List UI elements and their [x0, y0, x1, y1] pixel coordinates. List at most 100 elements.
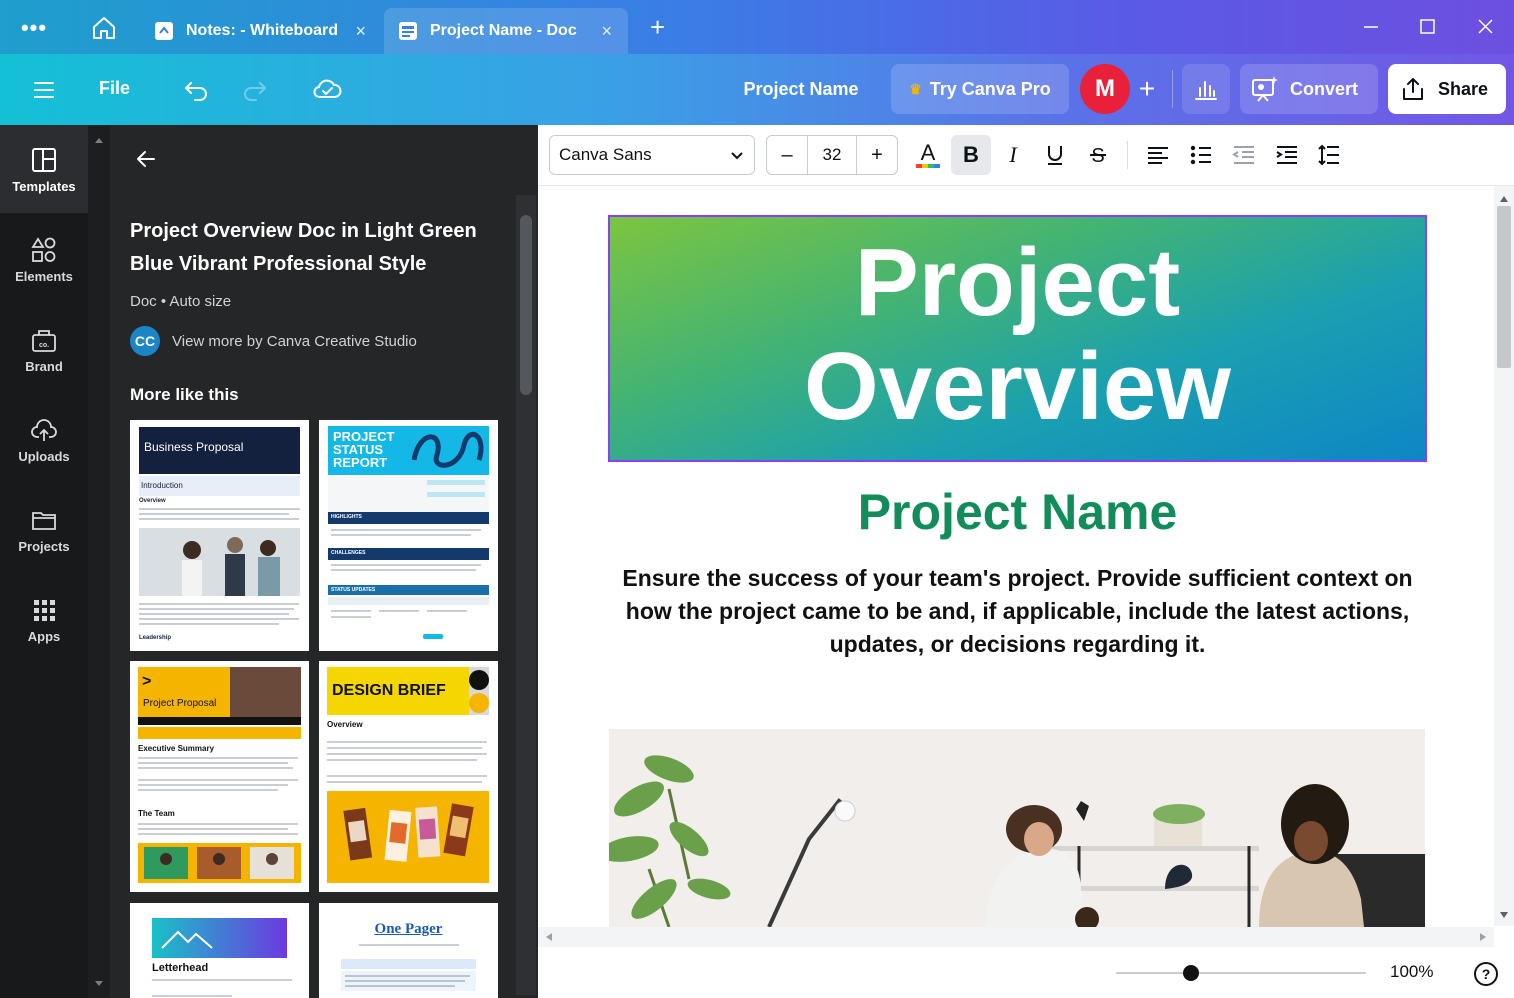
canvas-vertical-scrollbar[interactable] — [1494, 186, 1514, 926]
text-color-button[interactable]: A — [908, 135, 948, 175]
font-size-input[interactable]: 32 — [807, 136, 857, 174]
office-photo[interactable] — [609, 729, 1425, 927]
help-icon[interactable]: ? — [1474, 962, 1498, 986]
convert-label: Convert — [1290, 78, 1359, 99]
more-like-this-heading: More like this — [130, 385, 239, 404]
insights-button[interactable] — [1182, 64, 1230, 114]
new-tab-button[interactable]: + — [650, 14, 665, 40]
increase-font-size-button[interactable]: + — [857, 136, 897, 174]
try-canva-pro-button[interactable]: ♛ Try Canva Pro — [891, 64, 1069, 114]
decrease-indent-button[interactable] — [1224, 135, 1264, 175]
rail-item-apps[interactable]: Apps — [0, 575, 88, 663]
add-collaborator-button[interactable]: + — [1134, 74, 1160, 104]
projects-icon — [32, 512, 56, 530]
toolbar-divider — [1127, 141, 1128, 169]
home-icon[interactable] — [90, 15, 118, 41]
thumbnail-title: Business Proposal — [144, 440, 244, 454]
template-meta: Doc • Auto size — [130, 293, 232, 310]
share-button[interactable]: Share — [1388, 64, 1506, 114]
tab-whiteboard[interactable]: Notes: - Whiteboard × — [140, 8, 382, 54]
canvas-horizontal-scrollbar[interactable] — [538, 927, 1494, 947]
template-author-link[interactable]: CC View more by Canva Creative Studio — [130, 326, 417, 356]
zoom-slider-handle[interactable] — [1183, 965, 1199, 981]
font-size-stepper: – 32 + — [766, 135, 898, 175]
hero-banner[interactable]: Project Overview — [608, 215, 1427, 462]
thumbnail-section: The Team — [138, 809, 175, 818]
zoom-level[interactable]: 100% — [1390, 962, 1433, 982]
hero-title-line-1[interactable]: Project — [610, 233, 1425, 333]
file-menu-button[interactable]: File — [99, 78, 130, 99]
elements-icon — [31, 237, 56, 262]
rail-item-templates[interactable]: Templates — [0, 125, 88, 213]
bold-button[interactable]: B — [951, 135, 991, 175]
close-window-icon[interactable] — [1470, 12, 1500, 42]
template-thumbnail-design-brief[interactable]: DESIGN BRIEF Overview — [319, 661, 498, 892]
italic-icon: I — [1008, 144, 1018, 166]
browser-tab-bar: ••• Notes: - Whiteboard × Project Name -… — [0, 0, 1514, 54]
zoom-slider-track[interactable] — [1116, 972, 1366, 974]
thumbnail-section: CHALLENGES — [331, 550, 366, 556]
canvas-vertical-scroll-thumb[interactable] — [1497, 206, 1511, 368]
panel-scroll-arrows[interactable] — [90, 131, 108, 993]
line-spacing-button[interactable] — [1309, 135, 1349, 175]
increase-indent-button[interactable] — [1267, 135, 1307, 175]
hamburger-menu-icon[interactable] — [30, 76, 58, 104]
project-title-button[interactable]: Project Name — [726, 64, 876, 114]
thumbnail-footer: Leadership — [139, 635, 172, 641]
indent-icon — [1276, 146, 1297, 164]
rail-item-brand[interactable]: co. Brand — [0, 305, 88, 393]
align-left-icon — [1148, 147, 1168, 164]
bullet-list-button[interactable] — [1181, 135, 1221, 175]
template-thumbnail-one-pager[interactable]: One Pager — [319, 903, 498, 998]
avatar[interactable]: M — [1080, 64, 1130, 114]
strikethrough-icon: S — [1090, 145, 1106, 166]
share-icon — [1403, 78, 1423, 100]
panel-scrollbar[interactable] — [516, 195, 536, 995]
uploads-icon — [31, 419, 57, 441]
undo-icon[interactable] — [181, 74, 211, 104]
try-pro-label: Try Canva Pro — [929, 78, 1051, 99]
strikethrough-button[interactable]: S — [1078, 135, 1118, 175]
minimize-icon[interactable] — [1356, 12, 1386, 42]
template-thumbnail-status-report[interactable]: PROJECT STATUS REPORT HIGHLIGHTS CHALLEN… — [319, 420, 498, 651]
editor-header: File Project Name ♛ Try Canva Pro M + Co… — [0, 54, 1514, 125]
maximize-icon[interactable] — [1412, 12, 1442, 42]
decrease-font-size-button[interactable]: – — [767, 136, 807, 174]
template-panel: Project Overview Doc in Light Green Blue… — [88, 125, 538, 998]
project-description[interactable]: Ensure the success of your team's projec… — [608, 562, 1427, 661]
svg-text:A: A — [921, 140, 936, 165]
tab-doc[interactable]: Project Name - Doc × — [384, 8, 628, 54]
thumbnail-arrow-icon: > — [142, 673, 152, 690]
thumbnail-title: PROJECT STATUS REPORT — [333, 429, 395, 470]
cloud-saved-icon[interactable] — [310, 72, 344, 106]
tab-close-icon[interactable]: × — [601, 21, 612, 42]
template-thumbnail-letterhead[interactable]: Letterhead — [130, 903, 309, 998]
align-left-button[interactable] — [1138, 135, 1178, 175]
bold-icon: B — [963, 144, 979, 166]
rail-item-elements[interactable]: Elements — [0, 215, 88, 303]
template-thumbnail-business-proposal[interactable]: Business Proposal Introduction Overview … — [130, 420, 309, 651]
panel-scrollbar-thumb[interactable] — [520, 215, 532, 395]
crown-icon: ♛ — [909, 80, 922, 97]
svg-text:co.: co. — [39, 342, 49, 349]
redo-icon[interactable] — [240, 74, 270, 104]
underline-button[interactable] — [1035, 135, 1075, 175]
project-name-heading[interactable]: Project Name — [608, 480, 1427, 544]
font-family-select[interactable]: Canva Sans — [549, 135, 755, 175]
magic-present-icon — [1252, 76, 1278, 102]
convert-button[interactable]: Convert — [1240, 64, 1378, 114]
document-canvas: Project Overview Project Name Ensure the… — [538, 186, 1514, 998]
hero-title-line-2[interactable]: Overview — [610, 337, 1425, 437]
thumbnail-title: Project Proposal — [143, 698, 217, 709]
app-menu-button[interactable]: ••• — [18, 14, 50, 42]
italic-button[interactable]: I — [993, 135, 1033, 175]
author-avatar: CC — [130, 326, 160, 356]
thumbnail-title: DESIGN BRIEF — [332, 682, 446, 699]
rail-item-uploads[interactable]: Uploads — [0, 395, 88, 483]
back-arrow-icon[interactable] — [134, 147, 158, 171]
rail-item-projects[interactable]: Projects — [0, 485, 88, 573]
tab-close-icon[interactable]: × — [355, 21, 366, 42]
template-thumbnail-project-proposal[interactable]: > Project Proposal Executive Summary The… — [130, 661, 309, 892]
tab-label: Notes: - Whiteboard — [186, 22, 338, 39]
thumbnail-section: HIGHLIGHTS — [331, 514, 362, 520]
